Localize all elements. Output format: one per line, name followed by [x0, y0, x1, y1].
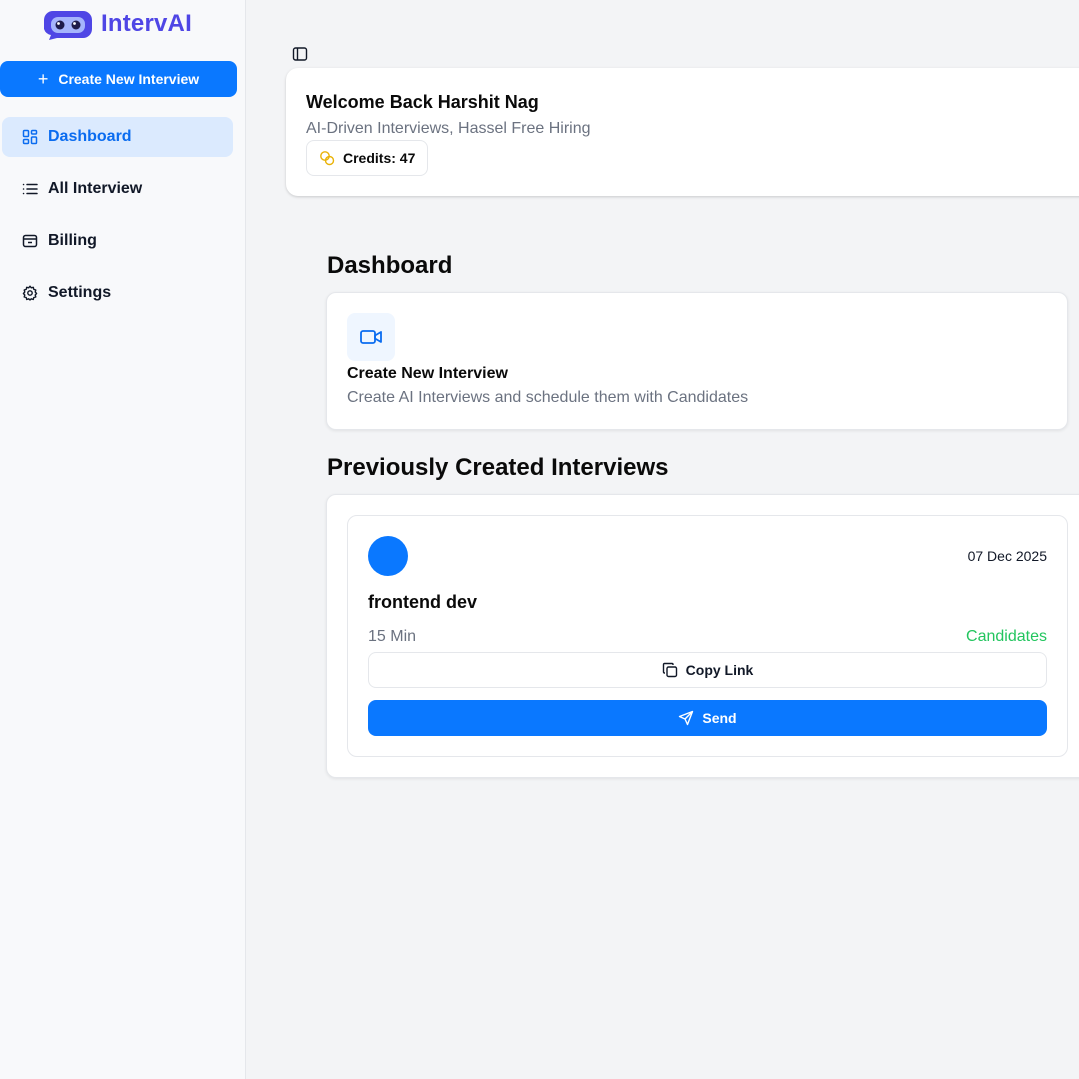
create-card-description: Create AI Interviews and schedule them w…: [347, 389, 749, 406]
welcome-card: Welcome Back Harshit Nag AI-Driven Inter…: [286, 68, 1079, 196]
send-label: Send: [702, 710, 737, 726]
coins-icon: [320, 151, 335, 166]
sidebar-toggle-icon[interactable]: [292, 46, 308, 62]
credits-badge: Credits: 47: [306, 140, 429, 176]
gear-icon: [22, 285, 38, 301]
sidebar-item-label: All Interview: [48, 180, 143, 197]
interview-duration: 15 Min: [368, 628, 417, 645]
sidebar-item-billing[interactable]: Billing: [2, 221, 233, 261]
copy-link-button[interactable]: Copy Link: [368, 652, 1047, 688]
send-button[interactable]: Send: [368, 700, 1047, 736]
candidates-link[interactable]: Candidates: [966, 628, 1047, 646]
create-new-interview-button[interactable]: + Create New Interview: [0, 61, 237, 97]
copy-icon: [662, 662, 677, 678]
interview-card: 07 Dec 2025 frontend dev 15 Min Candidat…: [347, 515, 1068, 757]
interview-role: frontend dev: [368, 592, 478, 612]
app-logo[interactable]: IntervAI: [43, 8, 192, 40]
plus-icon: +: [37, 69, 49, 89]
sidebar-item-label: Dashboard: [48, 128, 132, 145]
sidebar-item-label: Settings: [48, 284, 112, 301]
previous-interviews-panel: 07 Dec 2025 frontend dev 15 Min Candidat…: [326, 494, 1079, 778]
app-name: IntervAI: [101, 10, 192, 37]
sidebar: IntervAI + Create New Interview Dashboar…: [0, 0, 246, 1079]
sidebar-item-label: Billing: [48, 232, 97, 249]
list-icon: [22, 183, 38, 195]
previous-interviews-heading: Previously Created Interviews: [327, 454, 669, 481]
interview-avatar: [368, 536, 408, 576]
welcome-subtitle: AI-Driven Interviews, Hassel Free Hiring: [306, 120, 591, 137]
send-icon: [679, 710, 694, 726]
credits-text: Credits: 47: [343, 150, 416, 166]
dashboard-heading: Dashboard: [327, 252, 453, 279]
welcome-title: Welcome Back Harshit Nag: [306, 92, 539, 112]
sidebar-item-dashboard[interactable]: Dashboard: [2, 117, 233, 157]
copy-link-label: Copy Link: [685, 662, 754, 678]
create-interview-card[interactable]: Create New Interview Create AI Interview…: [326, 292, 1068, 430]
wallet-icon: [22, 234, 38, 248]
sidebar-item-settings[interactable]: Settings: [2, 273, 233, 313]
robot-logo-icon: [43, 9, 93, 40]
create-card-title: Create New Interview: [347, 365, 508, 382]
interview-date: 07 Dec 2025: [967, 548, 1047, 564]
video-icon-box: [347, 313, 395, 361]
create-new-interview-label: Create New Interview: [58, 71, 200, 87]
layout-grid-icon: [22, 129, 38, 145]
sidebar-item-all-interview[interactable]: All Interview: [2, 169, 233, 209]
video-camera-icon: [360, 330, 382, 344]
